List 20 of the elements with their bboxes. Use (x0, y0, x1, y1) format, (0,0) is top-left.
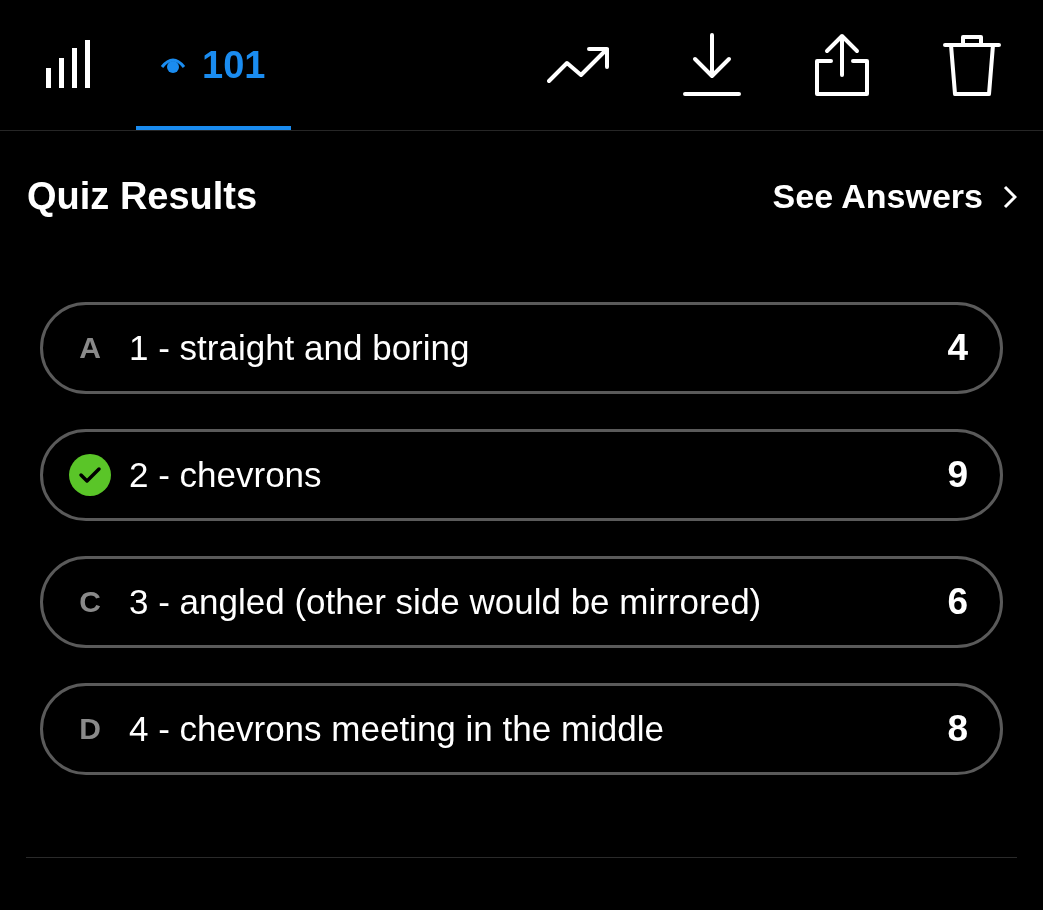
share-icon[interactable] (813, 33, 871, 97)
option-text: 4 - chevrons meeting in the middle (129, 709, 665, 749)
vote-count: 4 (947, 327, 968, 369)
option-text: 1 - straight and boring (129, 328, 471, 368)
tab[interactable]: 101 (136, 0, 292, 130)
option-text: 2 - chevrons (129, 455, 323, 495)
trash-icon[interactable] (943, 33, 1001, 97)
option-letter: D (78, 712, 102, 746)
option-letter: C (78, 585, 102, 619)
quiz-title: Quiz Results (27, 175, 258, 218)
vote-count: 9 (947, 454, 968, 496)
vote-count: 8 (947, 708, 968, 750)
option-letter: A (78, 331, 102, 365)
trending-up-icon[interactable] (547, 45, 611, 85)
bar-chart-icon (46, 40, 92, 90)
download-icon[interactable] (683, 33, 741, 97)
chevron-right-icon (1003, 184, 1017, 209)
option-text: 3 - angled (other side would be mirrored) (129, 582, 763, 622)
see-answers-link[interactable]: See Answers (772, 177, 1017, 216)
vote-count: 6 (947, 581, 968, 623)
